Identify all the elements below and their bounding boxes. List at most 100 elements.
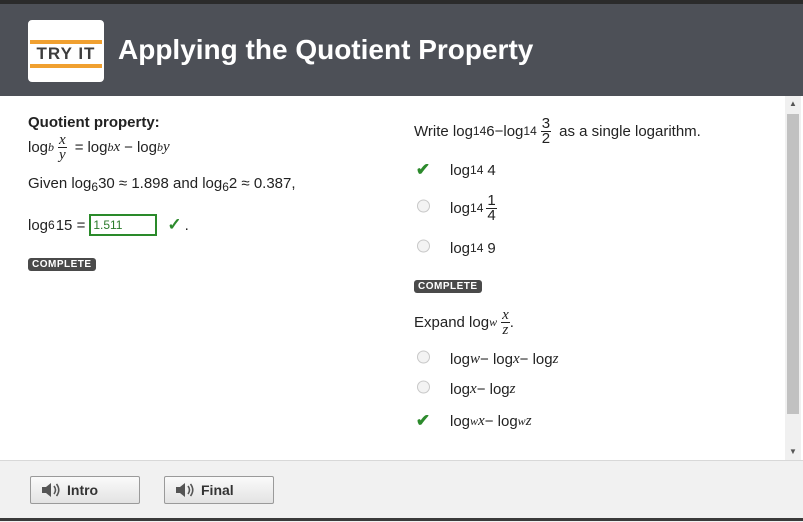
formula-term1-log: log [87, 138, 108, 156]
formula-term2-arg: y [162, 138, 170, 155]
radio-button[interactable] [414, 239, 432, 257]
q2-opt2-a: log [450, 380, 471, 398]
radio-button[interactable] [414, 380, 432, 398]
correct-check-icon: ✓ [167, 215, 182, 234]
q2-opt3-a: log [450, 412, 471, 430]
final-button[interactable]: Final [164, 476, 274, 504]
q2-opt2-d: z [509, 380, 516, 397]
question-2-prompt: Expand log w x z . [414, 307, 774, 337]
q2-base: w [489, 314, 498, 329]
q2-option-1[interactable]: log w − log x − log z [414, 347, 774, 371]
q1-opt1-arg: 4 [487, 161, 496, 179]
formula-log: log [28, 138, 49, 156]
q1-opt3-log: log [450, 239, 471, 257]
intro-button[interactable]: Intro [30, 476, 140, 504]
formula-term2-log: log [136, 138, 157, 156]
content-area: Quotient property: log b x y = log b x − lo… [0, 96, 785, 460]
q2-opt1-d: x [513, 350, 520, 367]
formula-numerator: x [58, 131, 67, 148]
scroll-up-arrow-icon[interactable]: ▲ [785, 98, 801, 110]
q1-opt2-fraction: 1 4 [486, 193, 497, 224]
lesson-window: TRY IT Applying the Quotient Property Qu… [0, 0, 803, 522]
q2-opt3-d: − log [484, 412, 518, 430]
complete-badge: COMPLETE [28, 258, 96, 271]
answer-period: . [184, 216, 189, 234]
q2-opt3-e: w [517, 413, 526, 428]
radio-button[interactable] [414, 350, 432, 368]
logo-text: TRY IT [36, 44, 96, 63]
speaker-icon [175, 482, 201, 498]
q2-numerator: x [501, 306, 510, 323]
q1-fraction: 3 2 [540, 116, 552, 147]
complete-badge: COMPLETE [414, 280, 482, 293]
question-1-prompt: Write log 14 6−log 14 3 2 as a single logar… [414, 116, 774, 146]
right-panel: Write log 14 6−log 14 3 2 as a single logar… [414, 116, 774, 433]
q1-base2: 14 [523, 124, 537, 138]
vertical-scrollbar[interactable]: ▲ ▼ [785, 96, 801, 460]
answer-base: 6 [48, 218, 55, 232]
q1-opt2-denominator: 4 [487, 206, 496, 224]
footer-bar: Intro Final [0, 460, 803, 522]
final-label: Final [201, 482, 234, 498]
answer-log: log [28, 216, 49, 234]
q2-denominator: z [502, 321, 509, 338]
scroll-thumb[interactable] [787, 114, 799, 414]
selected-check-icon: ✔ [415, 160, 431, 179]
q1-base1: 14 [472, 124, 487, 138]
q1-option-1[interactable]: ✔ log 14 4 [414, 158, 774, 182]
left-panel: Quotient property: log b x y = log b x − lo… [28, 114, 388, 271]
q1-opt1-base: 14 [470, 163, 484, 177]
try-it-logo: TRY IT [28, 20, 104, 82]
intro-label: Intro [67, 482, 99, 498]
formula-fraction: x y [58, 131, 67, 163]
q2-suffix: . [509, 313, 514, 331]
q2-opt3-c: x [478, 412, 485, 429]
answer-input[interactable] [89, 214, 158, 236]
given-prefix: Given log [28, 175, 92, 192]
formula-minus: − [124, 138, 133, 156]
answer-row: log615 = ✓ . [28, 214, 388, 236]
q1-prefix: Write log [414, 122, 473, 140]
scroll-down-arrow-icon[interactable]: ▼ [785, 446, 801, 458]
q2-opt1-e: − log [519, 350, 553, 368]
q1-option-3[interactable]: log 14 9 [414, 236, 774, 260]
q2-opt1-c: − log [480, 350, 513, 368]
page-title: Applying the Quotient Property [118, 34, 534, 65]
q1-opt1-log: log [450, 161, 471, 179]
radio-button[interactable] [414, 199, 432, 217]
logo-stripe-bottom [30, 64, 102, 68]
q2-opt1-f: z [552, 350, 559, 367]
q2-fraction: x z [501, 306, 510, 338]
q2-opt3-b: w [470, 413, 479, 428]
q2-opt1-b: w [470, 350, 481, 367]
given-base2: 6 [222, 180, 229, 194]
q2-option-3[interactable]: ✔ log w x − log w z [414, 409, 774, 433]
q2-opt2-b: x [470, 380, 477, 397]
given-rest2: 2 ≈ 0.387, [228, 175, 296, 192]
q2-prefix: Expand log [414, 313, 490, 331]
quotient-property-formula: log b x y = log b x − log b y [28, 131, 388, 163]
formula-denominator: y [59, 146, 66, 163]
header-bar: TRY IT Applying the Quotient Property [0, 4, 803, 96]
q2-opt1-a: log [450, 350, 471, 368]
q1-opt2-log: log [450, 199, 471, 217]
formula-term1-arg: x [113, 138, 121, 155]
q2-opt2-c: − log [476, 380, 510, 398]
q1-denominator: 2 [541, 129, 551, 147]
speaker-icon [41, 482, 67, 498]
q1-option-2[interactable]: log 14 1 4 [414, 188, 774, 228]
given-statement: Given log630 ≈ 1.898 and log62 ≈ 0.387, [28, 175, 388, 194]
given-rest1: 30 ≈ 1.898 and log [98, 175, 223, 192]
q1-opt3-base: 14 [470, 241, 484, 255]
formula-equals: = [74, 138, 84, 156]
q2-opt3-f: z [525, 412, 532, 429]
q1-mid: 6−log [486, 122, 524, 140]
formula-base: b [48, 139, 55, 154]
q2-option-2[interactable]: log x − log z [414, 377, 774, 401]
q1-suffix: as a single logarithm. [559, 122, 701, 140]
quotient-property-heading: Quotient property: [28, 114, 160, 131]
q1-opt2-base: 14 [470, 201, 484, 215]
q1-opt3-arg: 9 [487, 239, 496, 257]
selected-check-icon: ✔ [415, 411, 431, 430]
answer-arg: 15 = [55, 216, 86, 234]
